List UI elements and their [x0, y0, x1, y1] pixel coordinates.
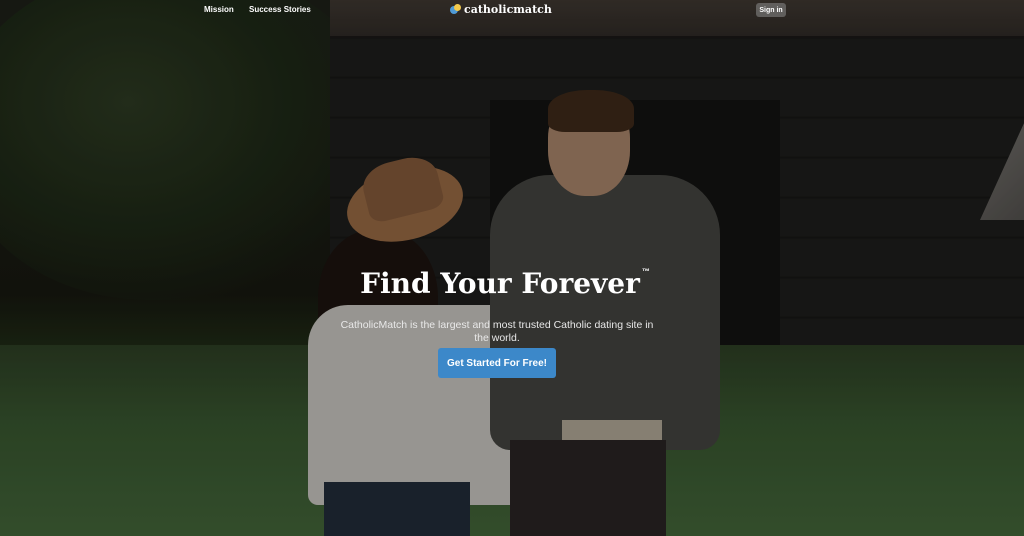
hero-headline-container: Find Your Forever ™ [300, 267, 700, 300]
hero-headline: Find Your Forever ™ [360, 267, 650, 300]
nav-success-stories-link[interactable]: Success Stories [249, 5, 311, 14]
top-nav: Mission Success Stories catholicmatch Si… [0, 0, 1024, 22]
trademark-symbol: ™ [641, 267, 650, 276]
logo-link[interactable]: catholicmatch [450, 3, 552, 16]
nav-mission-link[interactable]: Mission [204, 5, 234, 14]
hero-headline-text: Find Your Forever [360, 267, 640, 300]
signin-button[interactable]: Sign in [756, 3, 786, 17]
logo-text: catholicmatch [464, 3, 552, 16]
catholicmatch-logo-icon [450, 4, 461, 15]
get-started-button[interactable]: Get Started For Free! [438, 348, 556, 378]
hero-tagline: CatholicMatch is the largest and most tr… [340, 318, 654, 344]
